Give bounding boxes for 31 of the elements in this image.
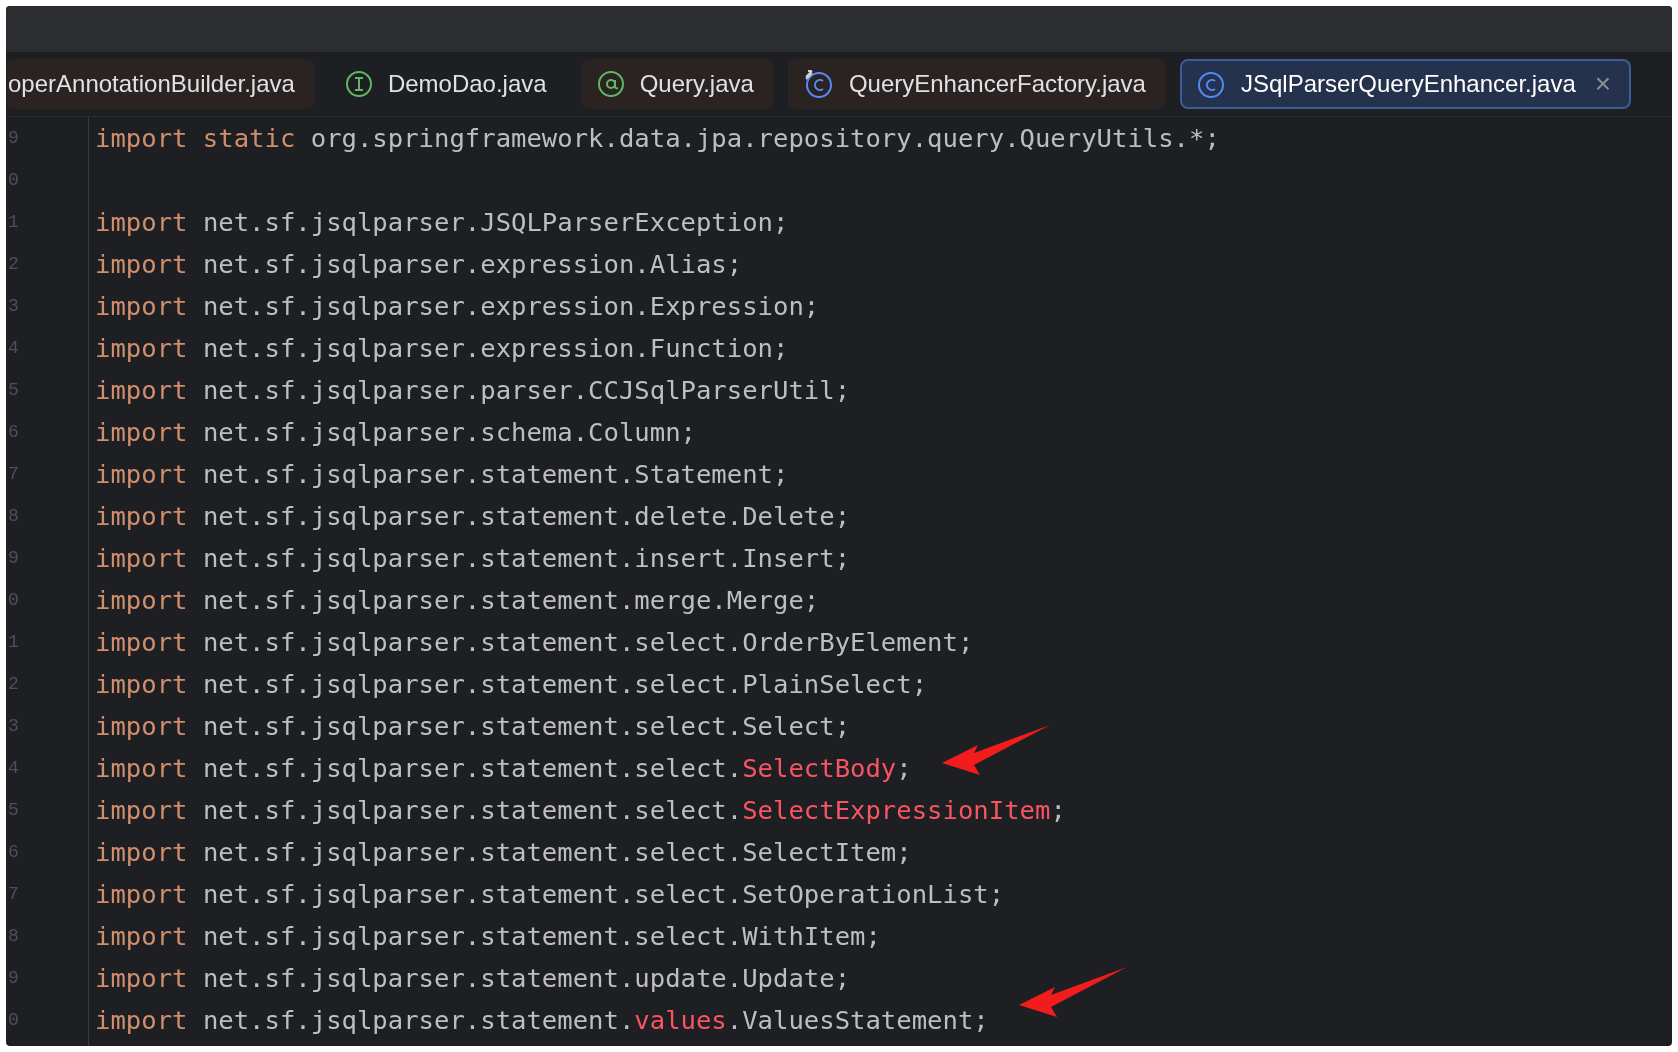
code-line: import net.sf.jsqlparser.statement.values.ValuesStatement; (95, 1004, 989, 1037)
code-line: import net.sf.jsqlparser.schema.Column; (95, 416, 696, 449)
code-line: import net.sf.jsqlparser.expression.Function; (95, 332, 789, 365)
code-line: import net.sf.jsqlparser.statement.select.SetOperationList; (95, 878, 1005, 911)
linked-class-icon (803, 69, 834, 99)
code-line: import net.sf.jsqlparser.statement.merge.Merge; (95, 584, 820, 617)
close-icon[interactable]: × (1594, 68, 1612, 100)
editor-tab[interactable]: Query.java (580, 59, 774, 109)
code-line: import net.sf.jsqlparser.statement.select.SelectExpressionItem; (95, 794, 1066, 827)
code-line: import net.sf.jsqlparser.statement.select.SelectItem; (95, 836, 912, 869)
code-line: import net.sf.jsqlparser.parser.CCJSqlParserUtil; (95, 374, 851, 407)
class-icon (1195, 69, 1226, 99)
editor-tab[interactable]: QueryEnhancerFactory.java (787, 59, 1166, 109)
editor-tab[interactable]: operAnnotationBuilder.java (6, 59, 315, 109)
code-line: import net.sf.jsqlparser.statement.insert.Insert; (95, 542, 851, 575)
code-line: import net.sf.jsqlparser.JSQLParserException; (95, 206, 789, 239)
code-line: import net.sf.jsqlparser.statement.select.WithItem; (95, 920, 881, 953)
code-line: import static org.springframework.data.jpa.repository.query.QueryUtils.*; (95, 122, 1220, 155)
code-line: import net.sf.jsqlparser.statement.select.PlainSelect; (95, 668, 928, 701)
code-line: import net.sf.jsqlparser.statement.delete.Delete; (95, 500, 851, 533)
code-line: import net.sf.jsqlparser.statement.select.Select; (95, 710, 851, 743)
code-line: import net.sf.jsqlparser.expression.Expression; (95, 290, 820, 323)
editor-tab[interactable]: JSqlParserQueryEnhancer.java × (1179, 59, 1632, 109)
interface-icon (344, 70, 373, 98)
code-line: import net.sf.jsqlparser.statement.select.SelectBody; (95, 752, 912, 785)
code-line: import net.sf.jsqlparser.statement.Statement; (95, 458, 789, 491)
code-line: import net.sf.jsqlparser.expression.Alias; (95, 248, 743, 281)
editor-tab[interactable]: DemoDao.java (328, 59, 567, 109)
annotation-icon (596, 70, 625, 98)
code-line: import net.sf.jsqlparser.statement.select.OrderByElement; (95, 626, 974, 659)
code-line: import net.sf.jsqlparser.statement.update.Update; (95, 962, 851, 995)
